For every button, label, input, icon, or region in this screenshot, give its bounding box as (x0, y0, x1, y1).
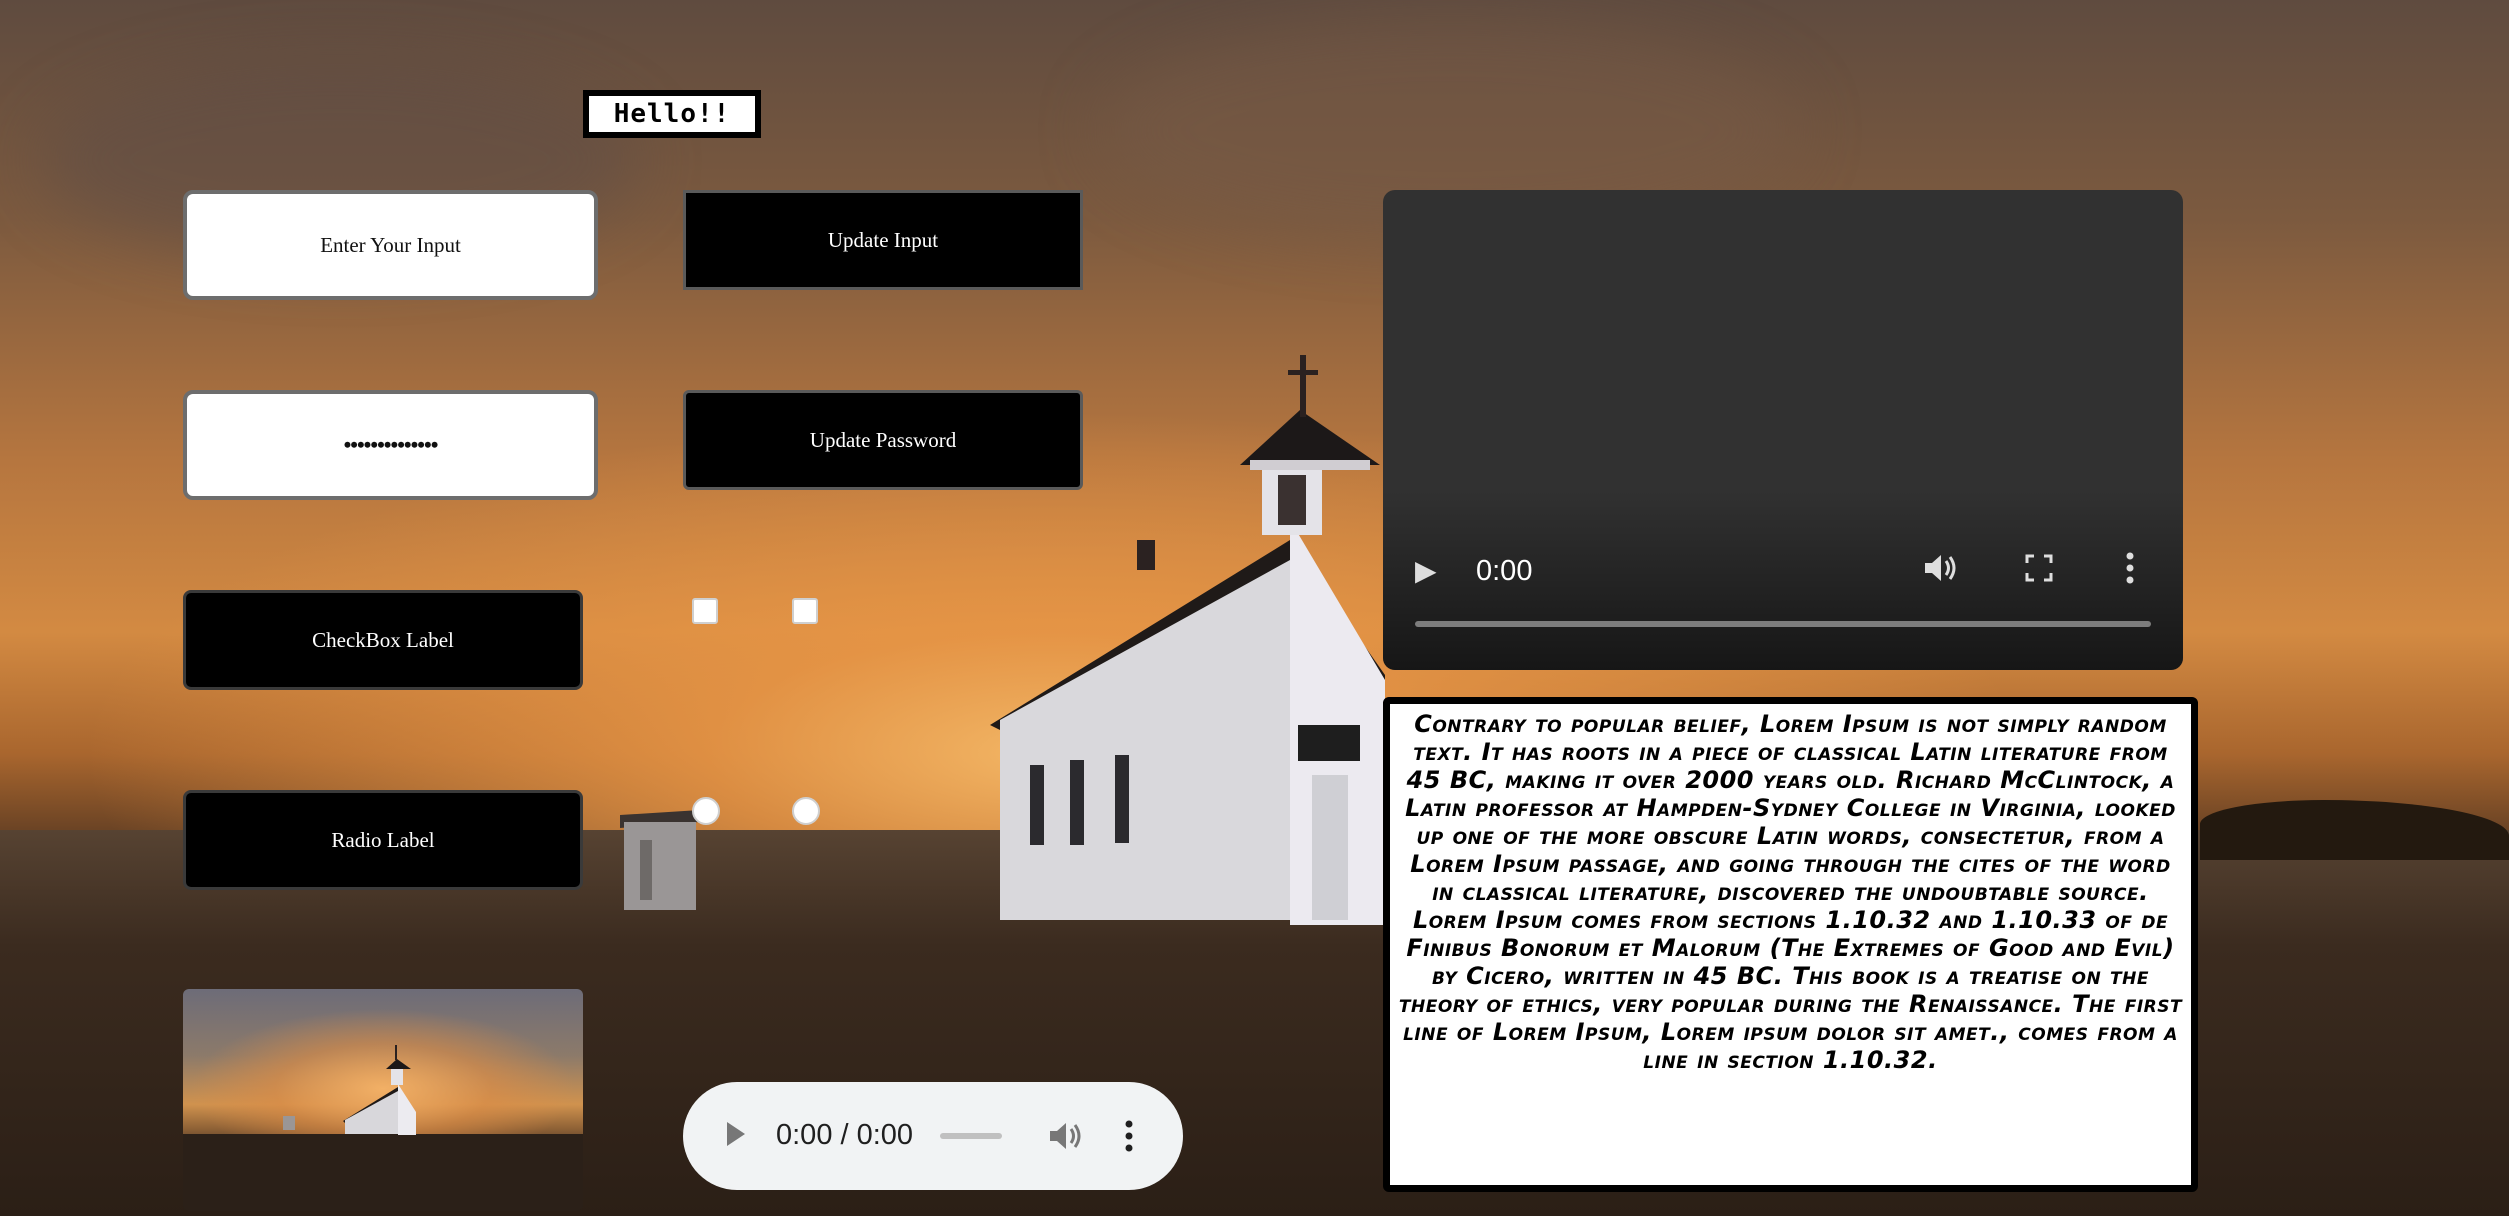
radio-label: Radio Label (183, 790, 583, 890)
checkbox-label: CheckBox Label (183, 590, 583, 690)
video-progress-bar[interactable] (1415, 621, 2151, 627)
more-vertical-icon[interactable] (1124, 1120, 1134, 1157)
video-player[interactable]: ▶ 0:00 (1383, 190, 2183, 670)
audio-time: 0:00 / 0:00 (776, 1119, 914, 1151)
video-time: 0:00 (1476, 555, 1533, 587)
play-icon[interactable]: ▶ (1415, 554, 1437, 587)
checkbox-option-2[interactable] (792, 598, 818, 624)
update-password-button[interactable]: Update Password (683, 390, 1083, 490)
fullscreen-icon[interactable] (2025, 554, 2053, 586)
greeting-heading: Hello!! (583, 90, 761, 138)
audio-progress-bar[interactable] (940, 1133, 1002, 1139)
church-thumbnail-image (183, 989, 583, 1211)
password-input[interactable]: •••••••••••••• (183, 390, 598, 500)
audio-player[interactable]: 0:00 / 0:00 (683, 1082, 1183, 1190)
play-icon[interactable] (725, 1120, 747, 1153)
update-input-button[interactable]: Update Input (683, 190, 1083, 290)
lorem-paragraph: Contrary to popular belief, Lorem Ipsum … (1383, 697, 2198, 1192)
volume-icon[interactable] (1923, 552, 1959, 588)
text-input[interactable] (183, 190, 598, 300)
radio-option-2[interactable] (792, 797, 820, 825)
checkbox-option-1[interactable] (692, 598, 718, 624)
volume-icon[interactable] (1048, 1120, 1084, 1157)
more-vertical-icon[interactable] (2125, 552, 2135, 588)
radio-option-1[interactable] (692, 797, 720, 825)
